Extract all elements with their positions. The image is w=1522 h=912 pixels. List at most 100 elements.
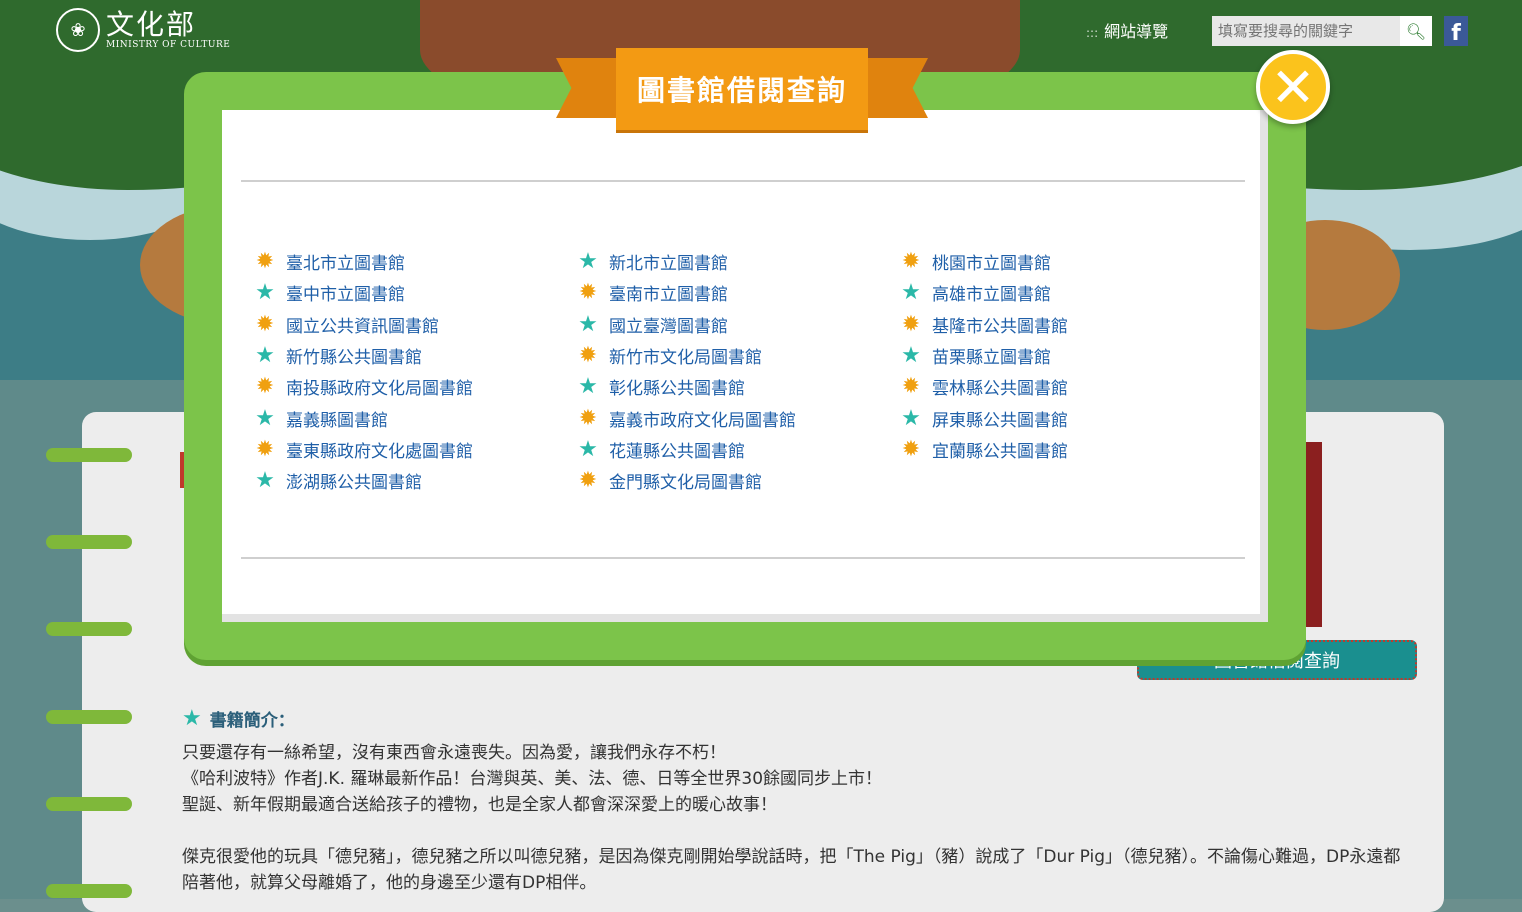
facebook-icon[interactable]: f: [1444, 16, 1468, 46]
library-label: 臺北市立圖書館: [286, 254, 405, 275]
binder-ring: [46, 442, 132, 468]
sun-icon: ✹: [901, 436, 921, 462]
binder-ring: [46, 616, 132, 642]
library-label: 基隆市公共圖書館: [932, 316, 1068, 337]
sun-icon: ✹: [255, 311, 275, 337]
library-column-3: ✹ 桃園市立圖書館 ★ 高雄市立圖書館 ✹ 基隆市公共圖書館 ★ 苗栗縣立圖書館 ✹ 雲林…: [898, 246, 1068, 465]
star-icon: ★: [255, 405, 275, 431]
library-label: 彰化縣公共圖書館: [609, 379, 745, 400]
library-link[interactable]: ★ 屏東縣公共圖書館: [898, 402, 1068, 433]
library-label: 花蓮縣公共圖書館: [609, 441, 745, 462]
star-icon: ★: [901, 405, 921, 431]
library-label: 嘉義縣圖書館: [286, 410, 388, 431]
library-link[interactable]: ★ 高雄市立圖書館: [898, 277, 1068, 308]
library-label: 新竹縣公共圖書館: [286, 348, 422, 369]
library-link[interactable]: ★ 彰化縣公共圖書館: [575, 371, 796, 402]
library-link[interactable]: ★ 苗栗縣立圖書館: [898, 340, 1068, 371]
library-link[interactable]: ★ 嘉義縣圖書館: [252, 402, 473, 433]
library-link[interactable]: ✹ 嘉義市政府文化局圖書館: [575, 402, 796, 433]
library-link[interactable]: ✹ 南投縣政府文化局圖書館: [252, 371, 473, 402]
star-icon: ★: [901, 280, 921, 306]
divider: [241, 180, 1245, 182]
library-label: 金門縣文化局圖書館: [609, 473, 762, 494]
nav-dots: :::: [1086, 26, 1099, 40]
close-button[interactable]: ✕: [1256, 50, 1330, 124]
library-label: 雲林縣公共圖書館: [932, 379, 1068, 400]
library-label: 高雄市立圖書館: [932, 285, 1051, 306]
library-link[interactable]: ✹ 臺東縣政府文化處圖書館: [252, 434, 473, 465]
sun-icon: ✹: [901, 249, 921, 275]
sun-icon: ✹: [255, 374, 275, 400]
library-link[interactable]: ★ 新北市立圖書館: [575, 246, 796, 277]
sun-icon: ✹: [901, 311, 921, 337]
library-label: 嘉義市政府文化局圖書館: [609, 410, 796, 431]
library-label: 苗栗縣立圖書館: [932, 348, 1051, 369]
star-icon: ★: [255, 343, 275, 369]
star-icon: ★: [255, 280, 275, 306]
divider: [241, 557, 1245, 559]
library-label: 桃園市立圖書館: [932, 254, 1051, 275]
sun-icon: ✹: [578, 405, 598, 431]
close-icon: ✕: [1270, 55, 1316, 119]
binder-ring: [46, 791, 132, 817]
library-label: 南投縣政府文化局圖書館: [286, 379, 473, 400]
binder-ring: [46, 878, 132, 904]
star-icon: ★: [578, 374, 598, 400]
binder-ring: [46, 529, 132, 555]
library-link[interactable]: ✹ 基隆市公共圖書館: [898, 309, 1068, 340]
search-button[interactable]: 🔍︎: [1400, 16, 1432, 46]
star-icon: ★: [901, 343, 921, 369]
sun-icon: ✹: [255, 436, 275, 462]
ministry-logo[interactable]: ❀ 文化部 MINISTRY OF CULTURE: [56, 8, 230, 52]
logo-subtitle: MINISTRY OF CULTURE: [106, 39, 231, 50]
library-column-2: ★ 新北市立圖書館 ✹ 臺南市立圖書館 ★ 國立臺灣圖書館 ✹ 新竹市文化局圖書館 ★ 彰…: [575, 246, 796, 496]
intro-line: 《哈利波特》作者J.K. 羅琳最新作品！台灣與英、美、法、德、日等全世界30餘國…: [182, 769, 883, 789]
star-icon: ★: [255, 468, 275, 494]
logo-emblem-icon: ❀: [56, 8, 100, 52]
intro-line: 聖誕、新年假期最適合送給孩子的禮物，也是全家人都會深深愛上的暖心故事！: [182, 795, 777, 815]
sun-icon: ✹: [578, 468, 598, 494]
library-link[interactable]: ★ 澎湖縣公共圖書館: [252, 465, 473, 496]
library-label: 屏東縣公共圖書館: [932, 410, 1068, 431]
library-link[interactable]: ✹ 桃園市立圖書館: [898, 246, 1068, 277]
sun-icon: ✹: [578, 280, 598, 306]
site-map-label: 網站導覽: [1104, 22, 1169, 41]
search-icon: 🔍︎: [1405, 21, 1427, 41]
library-label: 新北市立圖書館: [609, 254, 728, 275]
library-link[interactable]: ✹ 臺北市立圖書館: [252, 246, 473, 277]
library-link[interactable]: ★ 國立臺灣圖書館: [575, 309, 796, 340]
library-link[interactable]: ✹ 新竹市文化局圖書館: [575, 340, 796, 371]
library-label: 國立公共資訊圖書館: [286, 316, 439, 337]
star-icon: ★: [182, 706, 202, 731]
sun-icon: ✹: [901, 374, 921, 400]
star-icon: ★: [578, 249, 598, 275]
library-link[interactable]: ★ 臺中市立圖書館: [252, 277, 473, 308]
star-icon: ★: [578, 311, 598, 337]
library-label: 臺中市立圖書館: [286, 285, 405, 306]
library-link[interactable]: ✹ 金門縣文化局圖書館: [575, 465, 796, 496]
search-input[interactable]: [1212, 16, 1400, 46]
sun-icon: ✹: [578, 343, 598, 369]
library-label: 新竹市文化局圖書館: [609, 348, 762, 369]
site-map-link[interactable]: ::: 網站導覽: [1086, 18, 1168, 42]
library-label: 國立臺灣圖書館: [609, 316, 728, 337]
intro-heading: ★ 書籍簡介：: [182, 706, 295, 731]
intro-text: 只要還存有一絲希望，沒有東西會永遠喪失。因為愛，讓我們永存不朽！ 《哈利波特》作…: [182, 740, 1402, 896]
search-bar: 🔍︎: [1212, 16, 1432, 46]
library-link[interactable]: ✹ 宜蘭縣公共圖書館: [898, 434, 1068, 465]
binder-ring: [46, 704, 132, 730]
library-label: 澎湖縣公共圖書館: [286, 473, 422, 494]
intro-line: 傑克很愛他的玩具「德兒豬」，德兒豬之所以叫德兒豬，是因為傑克剛開始學說話時，把「…: [182, 847, 1401, 893]
library-link[interactable]: ★ 新竹縣公共圖書館: [252, 340, 473, 371]
intro-heading-label: 書籍簡介：: [209, 711, 295, 731]
sun-icon: ✹: [255, 249, 275, 275]
library-link[interactable]: ★ 花蓮縣公共圖書館: [575, 434, 796, 465]
intro-line: 只要還存有一絲希望，沒有東西會永遠喪失。因為愛，讓我們永存不朽！: [182, 743, 726, 763]
library-link[interactable]: ✹ 國立公共資訊圖書館: [252, 309, 473, 340]
library-link[interactable]: ✹ 雲林縣公共圖書館: [898, 371, 1068, 402]
logo-title: 文化部: [106, 7, 197, 41]
library-link[interactable]: ✹ 臺南市立圖書館: [575, 277, 796, 308]
modal-title: 圖書館借閱查詢: [616, 48, 868, 130]
library-column-1: ✹ 臺北市立圖書館 ★ 臺中市立圖書館 ✹ 國立公共資訊圖書館 ★ 新竹縣公共圖書館 ✹…: [252, 246, 473, 496]
library-label: 宜蘭縣公共圖書館: [932, 441, 1068, 462]
